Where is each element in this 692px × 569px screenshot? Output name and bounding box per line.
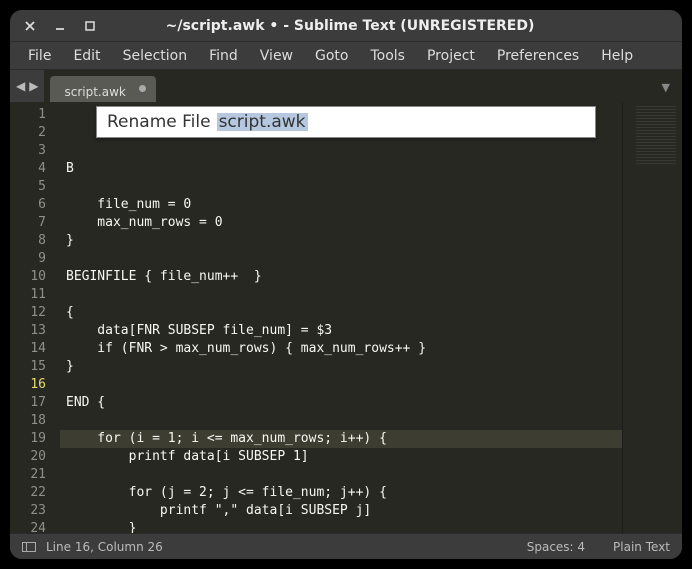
code-line[interactable]: for (i = 1; i <= max_num_rows; i++) { xyxy=(60,430,622,448)
close-icon[interactable] xyxy=(24,20,36,32)
line-number: 11 xyxy=(16,286,46,304)
tab-overflow-icon[interactable]: ▼ xyxy=(650,73,682,102)
nav-forward-icon[interactable]: ▶ xyxy=(29,79,38,93)
rename-label: Rename File xyxy=(107,113,211,131)
minimap-view xyxy=(636,106,676,166)
editor-area: 1234567891011121314151617181920212223242… xyxy=(10,102,682,533)
code-line[interactable]: for (j = 2; j <= file_num; j++) { xyxy=(60,484,622,502)
dirty-indicator-icon xyxy=(139,85,146,92)
code-line[interactable] xyxy=(60,412,622,430)
line-number: 12 xyxy=(16,304,46,322)
line-number: 24 xyxy=(16,520,46,533)
status-position[interactable]: Line 16, Column 26 xyxy=(46,540,163,554)
window-title: ~/script.awk • - Sublime Text (UNREGISTE… xyxy=(96,18,604,34)
line-number: 17 xyxy=(16,394,46,412)
code-line[interactable] xyxy=(60,178,622,196)
code-line[interactable] xyxy=(60,466,622,484)
code-line[interactable]: max_num_rows = 0 xyxy=(60,214,622,232)
menu-view[interactable]: View xyxy=(250,44,303,68)
line-number: 15 xyxy=(16,358,46,376)
code-line[interactable]: printf "," data[i SUBSEP j] xyxy=(60,502,622,520)
line-number: 10 xyxy=(16,268,46,286)
menubar: File Edit Selection Find View Goto Tools… xyxy=(10,42,682,70)
menu-edit[interactable]: Edit xyxy=(63,44,110,68)
line-number: 16 xyxy=(16,376,46,394)
code-line[interactable]: { xyxy=(60,304,622,322)
line-number: 14 xyxy=(16,340,46,358)
line-number: 9 xyxy=(16,250,46,268)
line-number: 23 xyxy=(16,502,46,520)
code-line[interactable]: data[FNR SUBSEP file_num] = $3 xyxy=(60,322,622,340)
code-line[interactable]: B xyxy=(60,160,622,178)
code-line[interactable]: } xyxy=(60,232,622,250)
code-editor[interactable]: Rename File script.awk B file_num = 0 ma… xyxy=(60,102,622,533)
line-number: 19 xyxy=(16,430,46,448)
code-line[interactable] xyxy=(60,286,622,304)
line-number: 3 xyxy=(16,142,46,160)
code-line[interactable]: printf data[i SUBSEP 1] xyxy=(60,448,622,466)
code-line[interactable] xyxy=(60,250,622,268)
menu-tools[interactable]: Tools xyxy=(360,44,415,68)
code-line[interactable]: } xyxy=(60,358,622,376)
code-line[interactable]: } xyxy=(60,520,622,533)
nav-arrows: ◀ ▶ xyxy=(10,70,44,102)
code-line[interactable]: BEGINFILE { file_num++ } xyxy=(60,268,622,286)
menu-file[interactable]: File xyxy=(18,44,61,68)
titlebar: ~/script.awk • - Sublime Text (UNREGISTE… xyxy=(10,10,682,42)
menu-selection[interactable]: Selection xyxy=(113,44,198,68)
line-number: 20 xyxy=(16,448,46,466)
tabbar: ◀ ▶ script.awk ▼ xyxy=(10,70,682,102)
tab-script[interactable]: script.awk xyxy=(50,76,155,102)
tab-label: script.awk xyxy=(64,85,125,99)
line-number: 21 xyxy=(16,466,46,484)
code-line[interactable]: END { xyxy=(60,394,622,412)
line-number: 1 xyxy=(16,106,46,124)
menu-preferences[interactable]: Preferences xyxy=(487,44,589,68)
rename-input[interactable]: script.awk xyxy=(217,113,308,131)
line-gutter: 1234567891011121314151617181920212223242… xyxy=(10,102,60,533)
status-syntax[interactable]: Plain Text xyxy=(613,540,670,554)
code-line[interactable]: if (FNR > max_num_rows) { max_num_rows++… xyxy=(60,340,622,358)
rename-file-popup: Rename File script.awk xyxy=(96,106,596,138)
menu-goto[interactable]: Goto xyxy=(305,44,358,68)
status-indent[interactable]: Spaces: 4 xyxy=(527,540,585,554)
maximize-icon[interactable] xyxy=(84,20,96,32)
code-line[interactable] xyxy=(60,376,622,394)
panel-toggle-icon[interactable] xyxy=(22,542,36,552)
line-number: 13 xyxy=(16,322,46,340)
line-number: 22 xyxy=(16,484,46,502)
menu-help[interactable]: Help xyxy=(591,44,643,68)
line-number: 5 xyxy=(16,178,46,196)
line-number: 4 xyxy=(16,160,46,178)
line-number: 6 xyxy=(16,196,46,214)
line-number: 8 xyxy=(16,232,46,250)
app-window: ~/script.awk • - Sublime Text (UNREGISTE… xyxy=(10,10,682,559)
nav-back-icon[interactable]: ◀ xyxy=(16,79,25,93)
window-controls xyxy=(18,20,96,32)
menu-project[interactable]: Project xyxy=(417,44,485,68)
line-number: 18 xyxy=(16,412,46,430)
line-number: 7 xyxy=(16,214,46,232)
line-number: 2 xyxy=(16,124,46,142)
code-line[interactable]: file_num = 0 xyxy=(60,196,622,214)
minimap[interactable] xyxy=(622,102,682,533)
statusbar: Line 16, Column 26 Spaces: 4 Plain Text xyxy=(10,533,682,559)
minimize-icon[interactable] xyxy=(54,20,66,32)
menu-find[interactable]: Find xyxy=(199,44,248,68)
